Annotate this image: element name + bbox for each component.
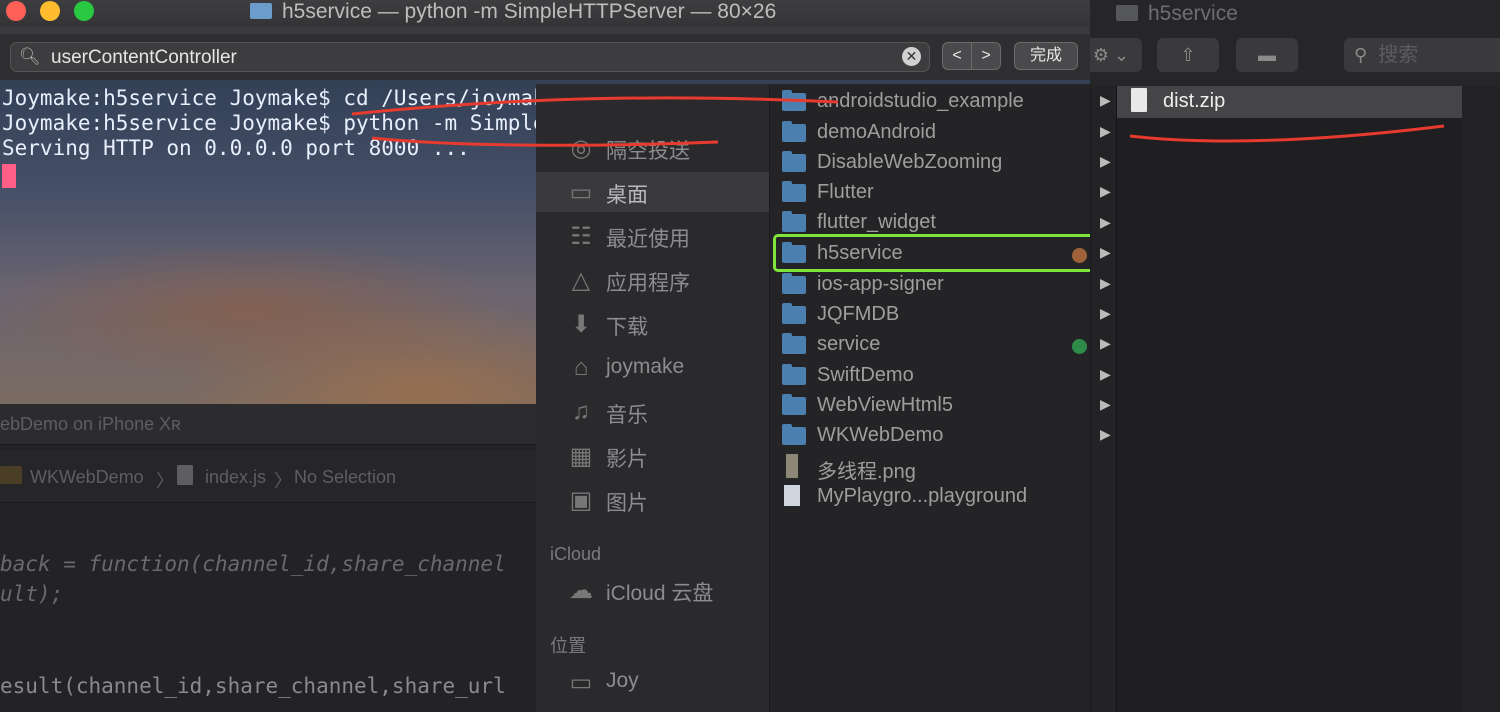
annotation-overlay — [351, 96, 1445, 147]
annotation-underline — [371, 136, 719, 147]
annotation-underline — [1129, 124, 1445, 143]
annotation-underline — [351, 96, 839, 116]
